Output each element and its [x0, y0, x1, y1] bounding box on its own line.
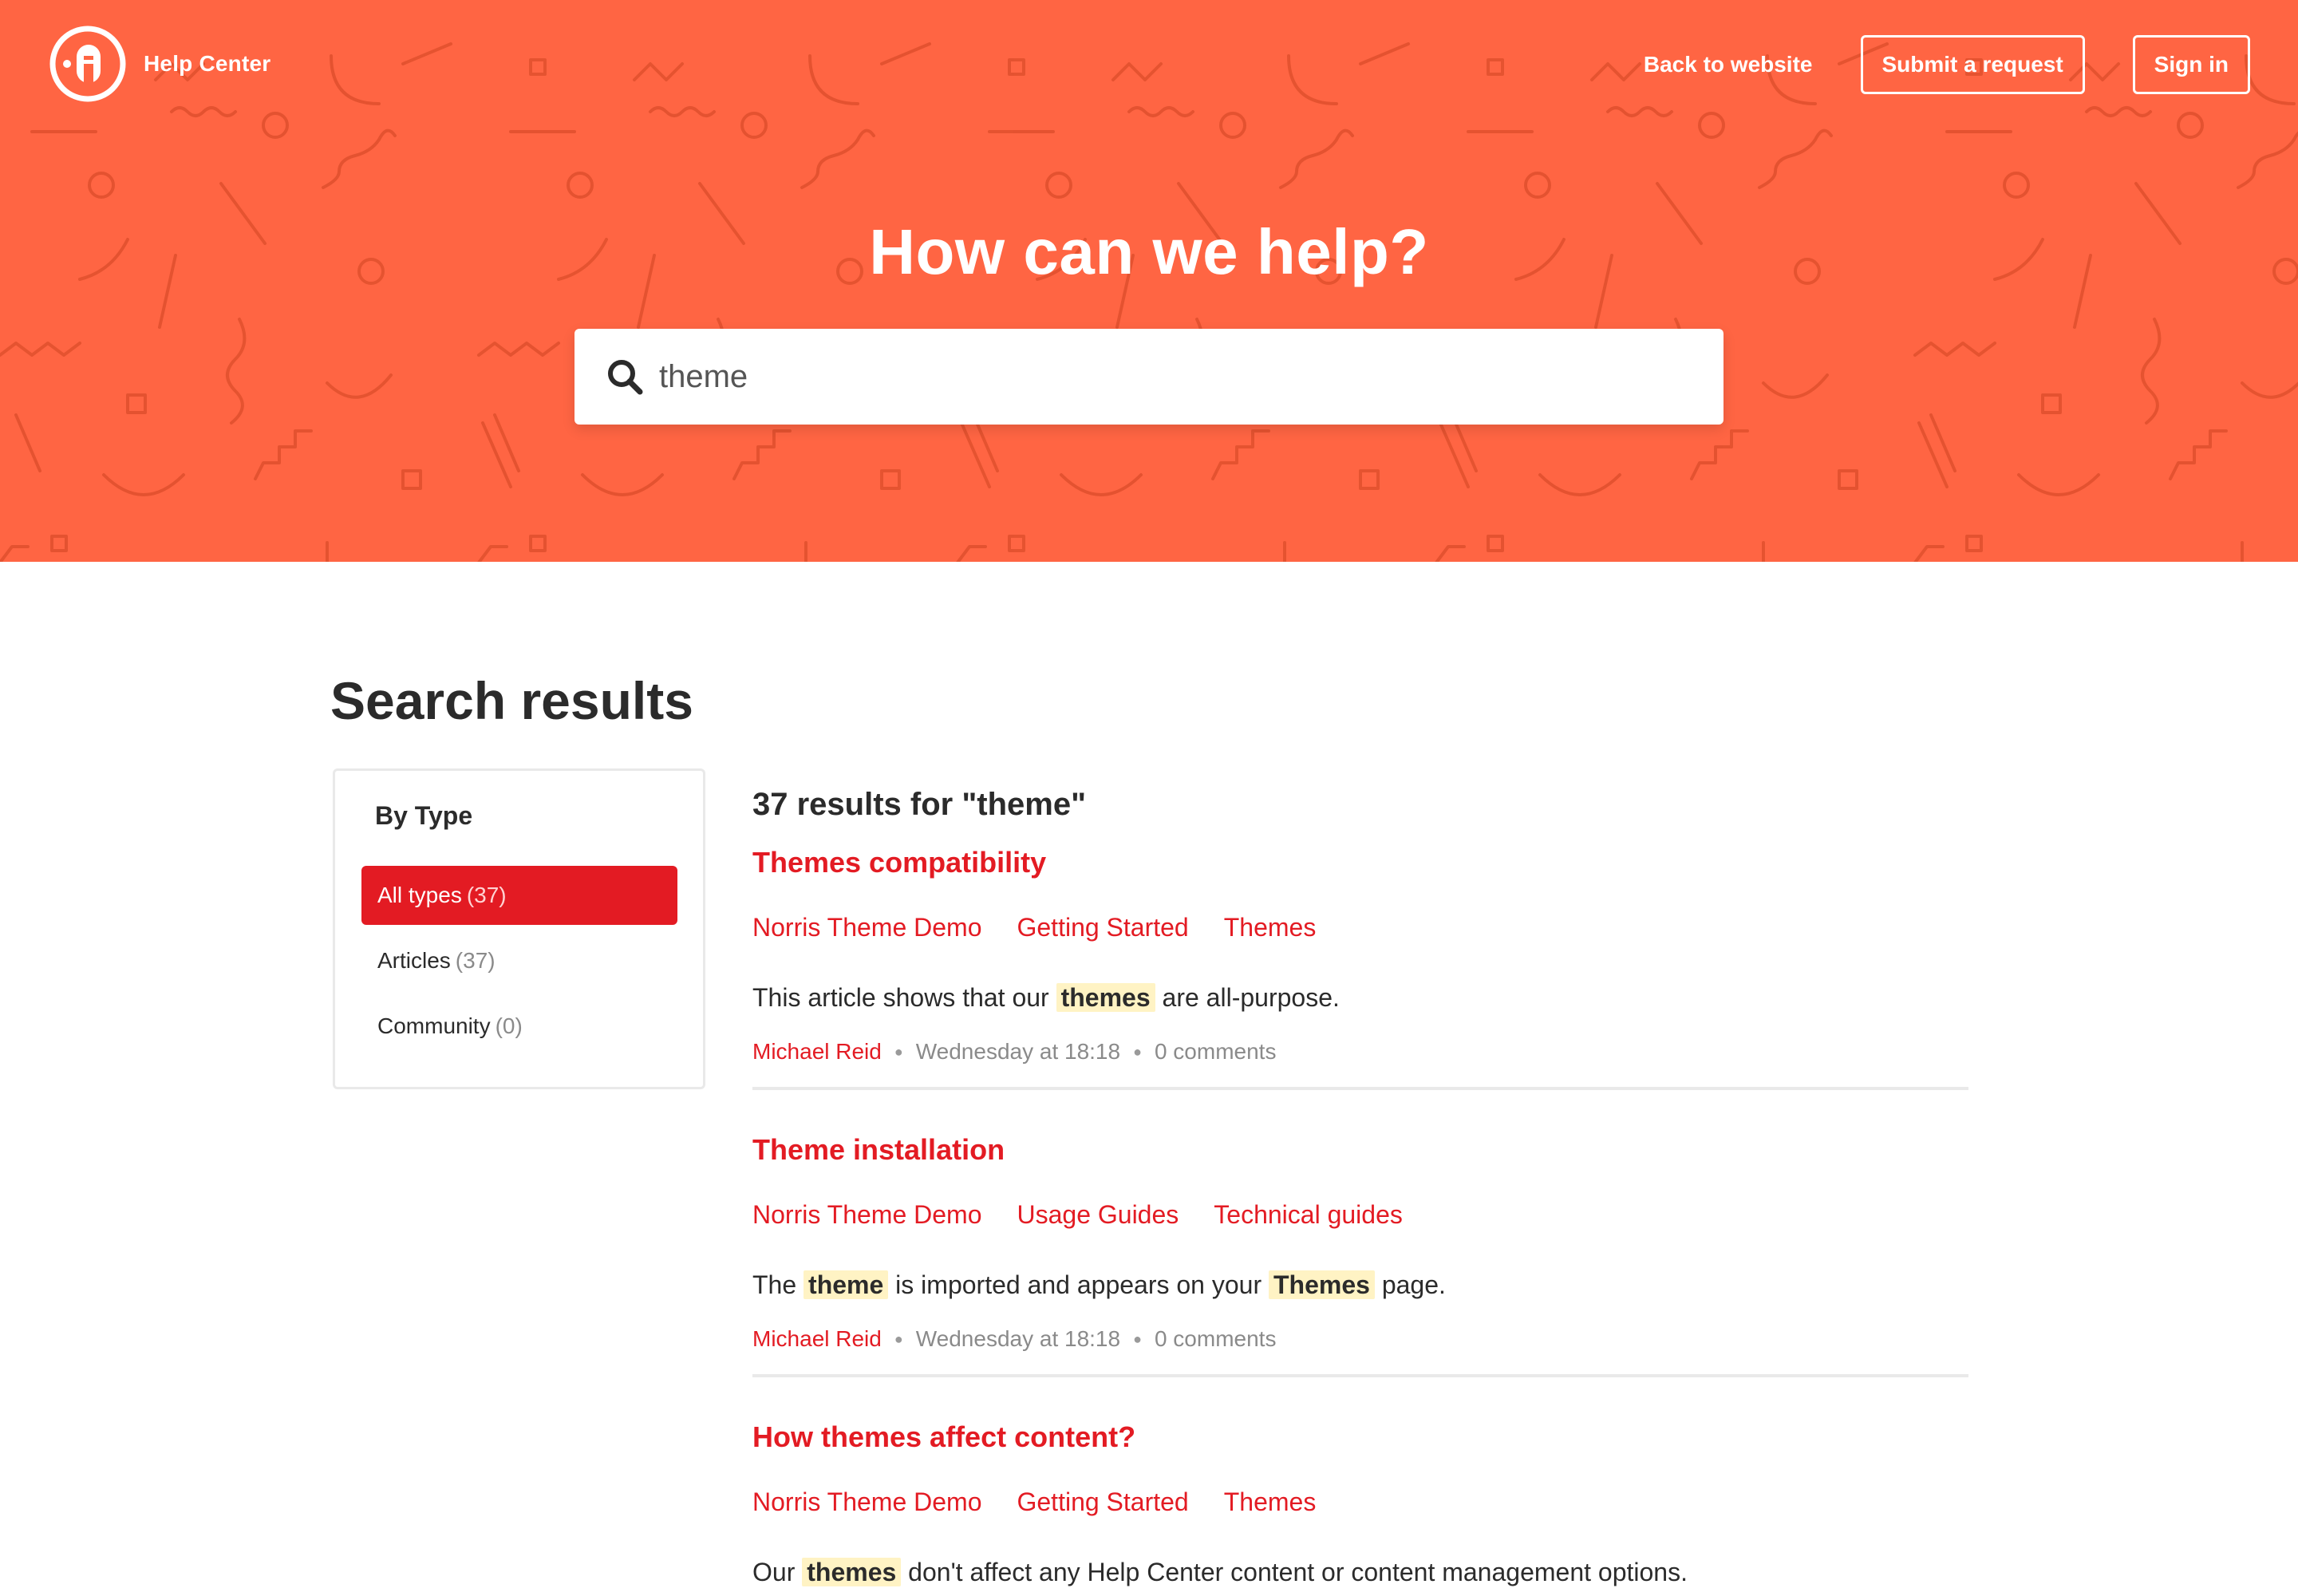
submit-request-button[interactable]: Submit a request: [1860, 35, 2085, 94]
excerpt-text: The: [752, 1270, 804, 1299]
excerpt-text: This article shows that our: [752, 983, 1056, 1012]
result-meta: Michael Reid ● Wednesday at 18:18 ● 0 co…: [752, 1036, 1968, 1068]
comment-count: 0 comments: [1154, 1326, 1277, 1351]
filter-articles[interactable]: Articles (37): [361, 931, 677, 990]
hero-title: How can we help?: [869, 216, 1429, 287]
filter-community[interactable]: Community (0): [361, 997, 677, 1056]
excerpt-text: page.: [1374, 1270, 1446, 1299]
separator-dot: ●: [1133, 1330, 1142, 1347]
breadcrumb: Norris Theme Demo Getting Started Themes: [752, 913, 1968, 948]
breadcrumb: Norris Theme Demo Getting Started Themes: [752, 1487, 1968, 1523]
result-excerpt: The theme is imported and appears on you…: [752, 1270, 1968, 1306]
filter-panel: By Type All types (37) Articles (37) Com…: [333, 768, 705, 1089]
search-result: How themes affect content? Norris Theme …: [752, 1420, 1968, 1593]
page-title: Search results: [330, 671, 693, 730]
divider: [752, 1374, 1968, 1377]
search-highlight: themes: [802, 1558, 902, 1586]
filter-label: All types: [377, 883, 462, 907]
result-title-link[interactable]: Themes compatibility: [752, 846, 1968, 886]
breadcrumb-link[interactable]: Norris Theme Demo: [752, 1200, 981, 1235]
search-result: Theme installation Norris Theme Demo Usa…: [752, 1133, 1968, 1377]
filter-heading: By Type: [375, 801, 473, 830]
breadcrumb-link[interactable]: Getting Started: [1017, 1487, 1188, 1523]
breadcrumb-link[interactable]: Technical guides: [1214, 1200, 1403, 1235]
back-to-website-link[interactable]: Back to website: [1644, 52, 1813, 77]
result-date: Wednesday at 18:18: [915, 1039, 1121, 1064]
top-nav: Back to website Submit a request Sign in: [1644, 35, 2250, 94]
result-title-link[interactable]: How themes affect content?: [752, 1420, 1968, 1460]
excerpt-text: is imported and appears on your: [888, 1270, 1269, 1299]
search-highlight: theme: [804, 1270, 889, 1299]
logo-icon[interactable]: [48, 24, 128, 104]
search-highlight: Themes: [1269, 1270, 1375, 1299]
search-result: Themes compatibility Norris Theme Demo G…: [752, 846, 1968, 1090]
hero-banner: Help Center Back to website Submit a req…: [0, 0, 2298, 562]
author-link[interactable]: Michael Reid: [752, 1039, 882, 1065]
breadcrumb-link[interactable]: Themes: [1224, 1487, 1317, 1523]
breadcrumb: Norris Theme Demo Usage Guides Technical…: [752, 1200, 1968, 1235]
excerpt-text: Our: [752, 1558, 803, 1586]
excerpt-text: don't affect any Help Center content or …: [901, 1558, 1688, 1586]
result-date: Wednesday at 18:18: [915, 1326, 1121, 1351]
filter-count: (37): [455, 948, 496, 973]
search-box[interactable]: [574, 329, 1724, 425]
search-input[interactable]: [659, 358, 1696, 395]
separator-dot: ●: [894, 1330, 903, 1347]
result-meta: Michael Reid ● Wednesday at 18:18 ● 0 co…: [752, 1323, 1968, 1355]
breadcrumb-link[interactable]: Usage Guides: [1017, 1200, 1179, 1235]
results-summary: 37 results for "theme": [752, 787, 1087, 822]
breadcrumb-link[interactable]: Norris Theme Demo: [752, 1487, 981, 1523]
divider: [752, 1087, 1968, 1090]
brand[interactable]: Help Center: [48, 24, 270, 104]
filter-all-types[interactable]: All types (37): [361, 866, 677, 925]
breadcrumb-link[interactable]: Getting Started: [1017, 913, 1188, 948]
breadcrumb-link[interactable]: Themes: [1224, 913, 1317, 948]
result-excerpt: Our themes don't affect any Help Center …: [752, 1558, 1968, 1593]
separator-dot: ●: [1133, 1043, 1142, 1060]
result-excerpt: This article shows that our themes are a…: [752, 983, 1968, 1018]
comment-count: 0 comments: [1154, 1039, 1277, 1064]
filter-count: (0): [495, 1013, 523, 1038]
brand-name[interactable]: Help Center: [144, 51, 270, 77]
filter-count: (37): [466, 883, 507, 907]
filter-label: Articles: [377, 948, 451, 973]
search-highlight: themes: [1056, 983, 1155, 1012]
author-link[interactable]: Michael Reid: [752, 1326, 882, 1352]
sign-in-button[interactable]: Sign in: [2132, 35, 2250, 94]
excerpt-text: are all-purpose.: [1155, 983, 1340, 1012]
separator-dot: ●: [894, 1043, 903, 1060]
breadcrumb-link[interactable]: Norris Theme Demo: [752, 913, 981, 948]
result-title-link[interactable]: Theme installation: [752, 1133, 1968, 1173]
filter-label: Community: [377, 1013, 491, 1038]
search-icon[interactable]: [606, 358, 643, 395]
